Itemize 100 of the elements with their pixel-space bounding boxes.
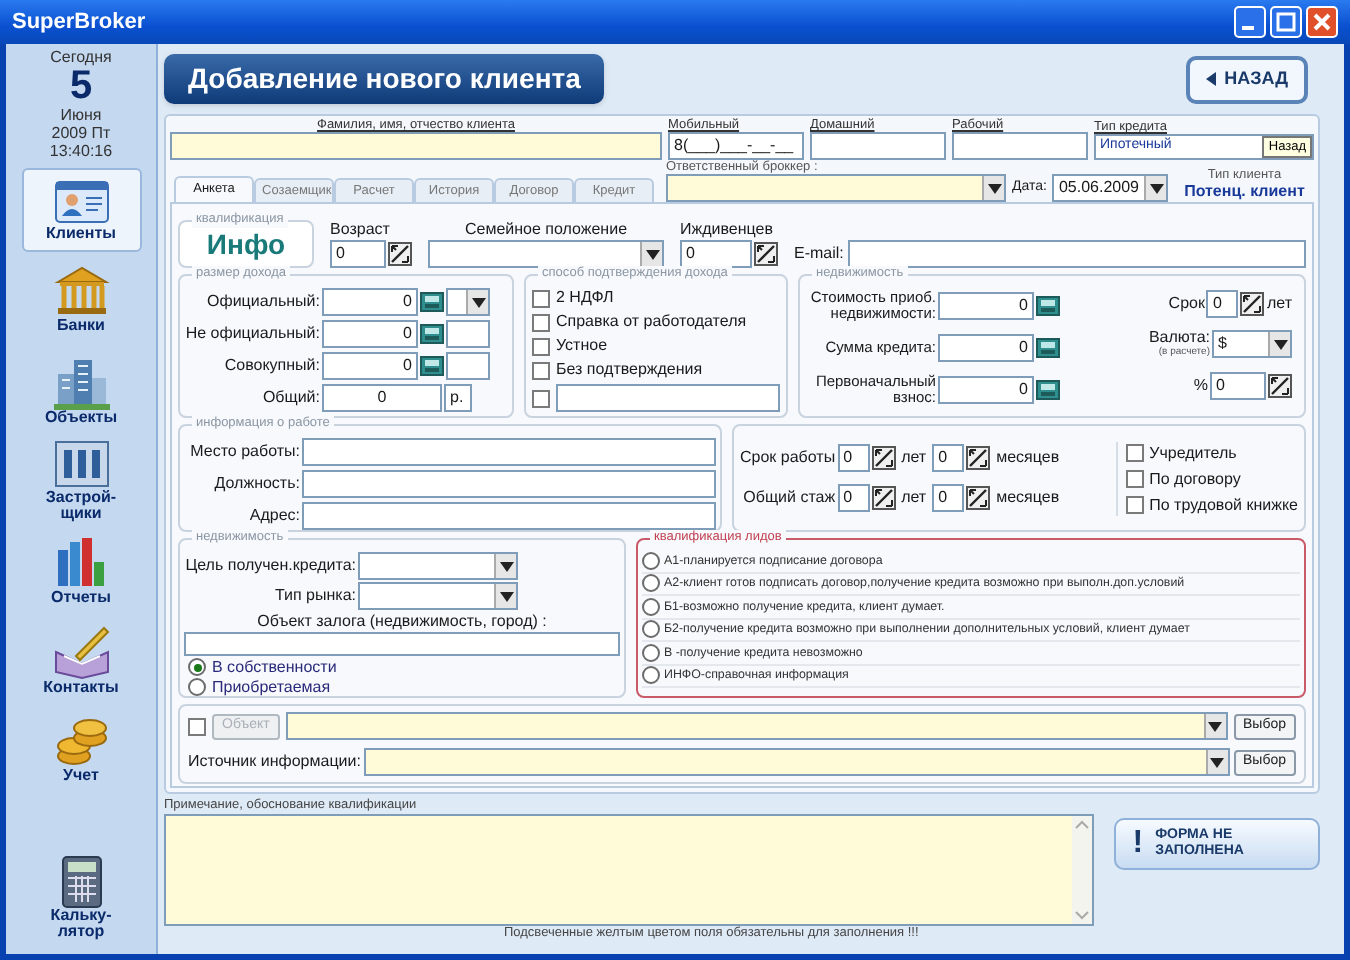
sidebar-item[interactable]: Учет [21,708,141,792]
radio-button[interactable] [642,643,660,662]
input-field[interactable] [952,132,1088,160]
clock-time: 13:40:16 [49,142,113,162]
input-field[interactable] [446,352,490,380]
scrollbar [1072,816,1093,924]
input-field[interactable] [847,240,1306,268]
checkbox[interactable] [1125,495,1144,513]
spinner-icon[interactable] [966,446,991,470]
input-field[interactable]: 0 [1210,371,1266,399]
calculator-icon[interactable] [420,324,444,344]
input-field[interactable]: 0 [938,292,1034,320]
client-type-value: Потенц. клиент [1184,182,1305,202]
checkbox[interactable] [532,337,550,355]
field-label: Должность: [212,472,300,496]
unit-label: месяцев [996,486,1060,510]
input-field[interactable] [810,132,946,160]
dropdown[interactable]: $ [1212,330,1292,358]
qualification-value: Инфо [206,225,286,264]
minimize-icon[interactable] [1234,6,1266,38]
spinner-icon[interactable] [754,242,778,266]
caret-icon [1210,757,1224,767]
input-field[interactable]: 0 [1206,289,1239,317]
year-weekday: 2009 Пт [51,124,111,142]
input-field[interactable]: р. [444,384,472,412]
radio-button[interactable] [188,678,206,696]
bar-chart-icon [53,534,109,590]
close-icon[interactable] [1306,6,1338,38]
input-field[interactable] [170,132,662,160]
input-field[interactable]: 0 [837,444,870,472]
sidebar-item[interactable]: Контакты [21,618,141,702]
field-label: Совокупный: [222,354,320,378]
input-field[interactable]: 0 [837,484,870,512]
field-label: Тип рынка: [272,584,356,608]
input-field[interactable]: 0 [322,352,418,380]
radio-button[interactable] [188,658,206,676]
input-field[interactable]: 0 [330,240,386,268]
calculator-icon[interactable] [1036,296,1060,316]
input-field[interactable]: 0 [680,240,752,268]
caret-left-icon [1206,72,1217,86]
sidebar-item[interactable]: Клиенты [21,168,141,252]
checkbox[interactable] [532,289,550,307]
input-field[interactable]: 8(___)___-__-__ [668,132,804,160]
caret-icon [1208,721,1222,731]
unit-label: лет [1266,291,1292,315]
input-field[interactable] [302,438,716,466]
spinner-icon[interactable] [388,242,412,266]
field-label: Место работы: [188,440,300,464]
calculator-icon[interactable] [420,292,444,312]
input-field[interactable]: 0 [938,334,1034,362]
input-field[interactable] [184,632,620,656]
calculator-icon[interactable] [420,356,444,376]
spinner-icon[interactable] [966,486,991,510]
spinner-icon[interactable] [1240,291,1265,315]
radio-button[interactable] [642,597,660,616]
sidebar-item[interactable]: Застрой-щики [21,438,141,522]
input-field[interactable]: 0 [938,376,1034,404]
input-field[interactable]: 0 [322,384,442,412]
input-field[interactable]: 0 [322,288,418,316]
checkbox[interactable] [532,313,550,331]
sidebar-item[interactable]: Кальку-лятор [21,854,141,942]
input-field[interactable]: 0 [322,320,418,348]
bank-building-icon [53,266,109,318]
input-field[interactable] [302,502,716,530]
radio-button[interactable] [642,666,660,685]
checkbox-label: Без подтверждения [556,360,703,380]
input-field[interactable]: 0 [932,484,965,512]
back-button[interactable]: НАЗАД [1186,55,1308,103]
input-field[interactable] [556,384,780,412]
calculator-icon[interactable] [1036,338,1060,358]
field-label: Общий стаж [743,486,836,510]
radio-button[interactable] [642,551,660,570]
radio-button[interactable] [642,620,660,639]
unit-label: лет [901,486,927,510]
spinner-icon[interactable] [871,446,896,470]
notes-textarea[interactable] [164,814,1095,926]
sidebar-item[interactable]: Отчеты [21,528,141,612]
input-field[interactable]: 0 [932,444,965,472]
input-field[interactable] [302,470,716,498]
dropdown[interactable]: 05.06.2009 [1052,174,1169,202]
sidebar-item[interactable]: Объекты [21,348,141,432]
buildings-icon [53,354,109,410]
maximize-icon[interactable] [1270,6,1302,38]
unit-label: лет [901,446,927,470]
checkbox[interactable] [532,389,550,407]
checkbox-label: Учредитель [1149,441,1237,463]
checkbox[interactable] [532,361,550,379]
dropdown[interactable] [446,288,490,316]
sidebar-item[interactable]: Банки [21,258,141,342]
spinner-icon[interactable] [871,486,896,510]
field-label: E-mail: [794,242,844,266]
calculator-icon[interactable] [1036,380,1060,400]
unit-label: месяцев [996,446,1060,470]
spinner-icon[interactable] [1268,373,1292,397]
checkbox-label: По трудовой книжке [1149,493,1298,515]
checkbox-label: Справка от работодателя [556,312,747,332]
radio-button[interactable] [642,574,660,593]
checkbox[interactable] [1125,443,1144,461]
checkbox[interactable] [1125,469,1144,487]
input-field[interactable] [446,320,490,348]
